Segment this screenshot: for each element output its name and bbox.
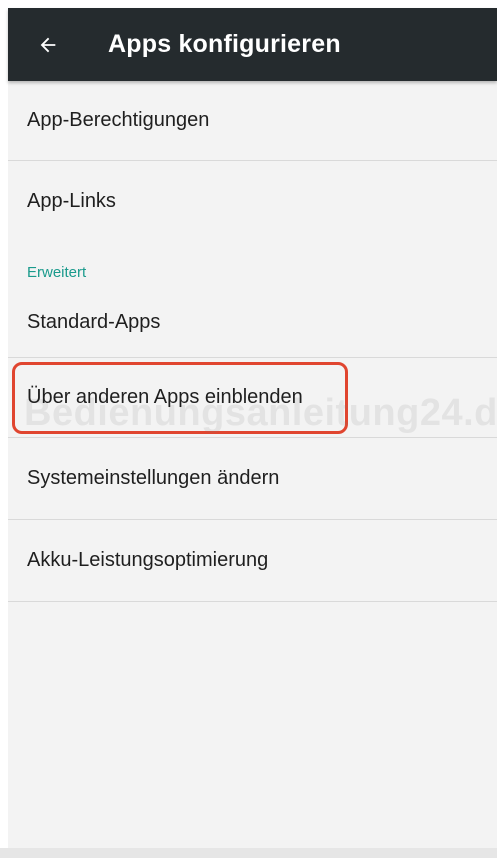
list-item-label: App-Berechtigungen (27, 109, 210, 131)
settings-list: App-Berechtigungen App-Links Erweitert S… (8, 81, 497, 602)
bottom-edge (0, 848, 497, 858)
list-item-modify-system-settings[interactable]: Systemeinstellungen ändern (8, 438, 497, 520)
list-item-default-apps[interactable]: Standard-Apps (8, 287, 497, 358)
back-button[interactable] (26, 23, 70, 67)
list-item-label: Akku-Leistungsoptimierung (27, 549, 269, 571)
list-item-draw-over-apps[interactable]: Über anderen Apps einblenden (8, 358, 497, 438)
screen-frame-top (0, 0, 497, 8)
list-item-battery-optimization[interactable]: Akku-Leistungsoptimierung (8, 520, 497, 602)
list-item-label: Systemeinstellungen ändern (27, 467, 280, 489)
list-item-label: Über anderen Apps einblenden (27, 386, 303, 408)
arrow-left-icon (40, 37, 56, 52)
screen-frame-left (0, 0, 8, 858)
list-item-app-links[interactable]: App-Links (8, 161, 497, 241)
app-bar: Apps konfigurieren (8, 8, 497, 81)
list-item-label: App-Links (27, 189, 116, 212)
list-item-label: Standard-Apps (27, 310, 161, 333)
page-title: Apps konfigurieren (108, 30, 341, 58)
list-item-app-permissions[interactable]: App-Berechtigungen (8, 81, 497, 161)
section-header-advanced: Erweitert (27, 264, 87, 281)
